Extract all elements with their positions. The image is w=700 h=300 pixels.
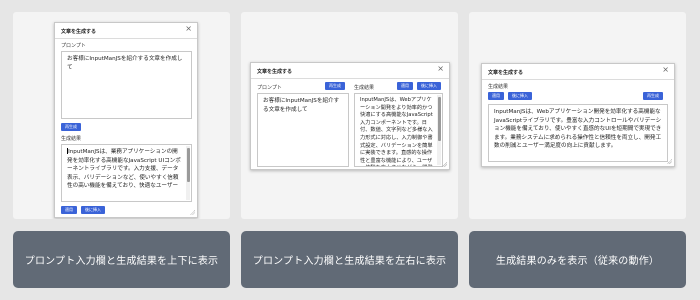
generate-dialog-result-only: 文章を生成する × 生成結果 適用 後に挿入 再生成 InputManJSは、W… xyxy=(481,63,675,167)
apply-button[interactable]: 適用 xyxy=(61,206,77,214)
caption-vertical: プロンプト入力欄と生成結果を上下に表示 xyxy=(13,231,230,288)
close-icon[interactable]: × xyxy=(437,65,444,73)
insert-after-button[interactable]: 後に挿入 xyxy=(508,92,532,100)
insert-after-button[interactable]: 後に挿入 xyxy=(81,206,105,214)
result-scrollbar[interactable] xyxy=(437,95,441,165)
resize-handle[interactable] xyxy=(190,210,195,215)
result-output[interactable]: InputManJSは、業務アプリケーションの開発を効率化する高機能なJavaS… xyxy=(61,144,192,202)
result-text: InputManJSは、Webアプリケーション開発をより効率的かつ快適にする高機… xyxy=(360,97,433,166)
caption-horizontal: プロンプト入力欄と生成結果を左右に表示 xyxy=(241,231,458,288)
generate-dialog-vertical: 文章を生成する × プロンプト お客様にInputManJSを紹介する文章を作成… xyxy=(54,22,198,218)
prompt-label: プロンプト xyxy=(61,43,86,49)
close-icon[interactable]: × xyxy=(662,66,669,74)
layout-card-vertical: 文章を生成する × プロンプト お客様にInputManJSを紹介する文章を作成… xyxy=(13,12,230,219)
prompt-text: お客様にInputManJSを紹介する文章を作成して xyxy=(263,98,340,113)
apply-button[interactable]: 適用 xyxy=(397,82,413,90)
regenerate-button[interactable]: 再生成 xyxy=(61,123,81,131)
result-output[interactable]: InputManJSは、Webアプリケーション開発を効率化する高機能なJavaS… xyxy=(488,104,668,162)
scrollbar-thumb[interactable] xyxy=(186,148,190,182)
generate-dialog-horizontal: 文章を生成する × プロンプト 再生成 お客様にInputManJSを紹介する文… xyxy=(250,62,450,170)
dialog-title: 文章を生成する xyxy=(61,29,97,35)
apply-button[interactable]: 適用 xyxy=(488,92,504,100)
caption-result-only: 生成結果のみを表示（従来の動作） xyxy=(469,231,686,288)
insert-after-button[interactable]: 後に挿入 xyxy=(417,82,441,90)
title-divider xyxy=(251,78,449,79)
dialog-title: 文章を生成する xyxy=(257,69,293,75)
layout-card-result-only: 文章を生成する × 生成結果 適用 後に挿入 再生成 InputManJSは、W… xyxy=(469,12,686,219)
prompt-input[interactable]: お客様にInputManJSを紹介する文章を作成して xyxy=(257,93,349,167)
prompt-text: お客様にInputManJSを紹介する文章を作成して xyxy=(67,56,183,71)
result-label: 生成結果 xyxy=(488,84,509,90)
result-output[interactable]: InputManJSは、Webアプリケーション開発をより効率的かつ快適にする高機… xyxy=(354,93,443,167)
result-scrollbar[interactable] xyxy=(186,146,190,200)
close-icon[interactable]: × xyxy=(185,25,192,33)
regenerate-button[interactable]: 再生成 xyxy=(325,82,345,90)
title-divider xyxy=(482,79,674,80)
result-label: 生成結果 xyxy=(354,85,375,91)
title-divider xyxy=(55,38,197,39)
result-label: 生成結果 xyxy=(61,136,82,142)
regenerate-button[interactable]: 再生成 xyxy=(643,92,663,100)
scrollbar-thumb[interactable] xyxy=(437,97,441,141)
prompt-input[interactable]: お客様にInputManJSを紹介する文章を作成して xyxy=(61,51,192,119)
result-text: InputManJSは、業務アプリケーションの開発を効率化する高機能なJavaS… xyxy=(67,149,181,189)
dialog-title: 文章を生成する xyxy=(488,70,524,76)
prompt-label: プロンプト xyxy=(257,85,282,91)
resize-handle[interactable] xyxy=(667,159,672,164)
layout-card-horizontal: 文章を生成する × プロンプト 再生成 お客様にInputManJSを紹介する文… xyxy=(241,12,458,219)
resize-handle[interactable] xyxy=(442,162,447,167)
result-text: InputManJSは、Webアプリケーション開発を効率化する高機能なJavaS… xyxy=(494,109,662,149)
